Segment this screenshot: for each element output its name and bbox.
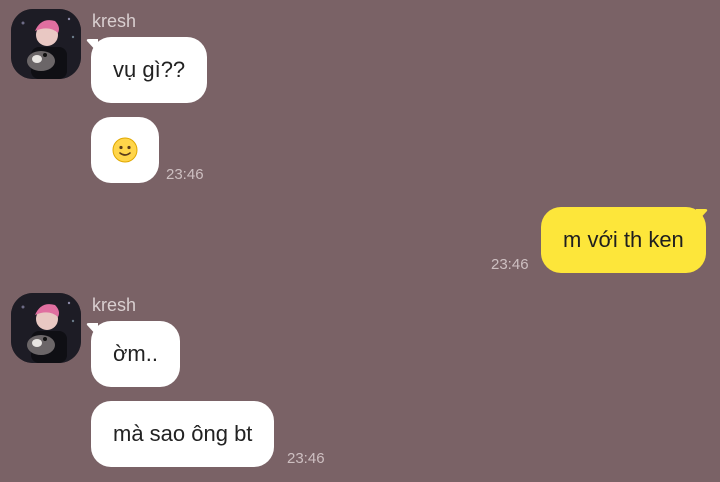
message-bubble[interactable]: mà sao ông bt (91, 401, 275, 467)
bubble-tail (86, 323, 98, 337)
avatar[interactable] (11, 293, 81, 363)
message-text: vụ gì?? (113, 57, 186, 82)
message-text: mà sao ông bt (113, 421, 253, 446)
sender-name: kresh (92, 11, 137, 31)
message-bubble-emoji[interactable] (91, 117, 159, 183)
message-timestamp: 23:46 (287, 450, 325, 467)
message-text: ờm.. (113, 341, 158, 366)
sender-name: kresh (92, 295, 137, 315)
message-text: m với th ken (563, 227, 684, 252)
message-bubble[interactable]: vụ gì?? (91, 37, 208, 103)
avatar[interactable] (11, 9, 81, 79)
message-timestamp: 23:46 (166, 166, 204, 183)
outgoing-message-bubble[interactable]: m với th ken (541, 207, 706, 273)
message-timestamp: 23:46 (491, 256, 529, 273)
slightly-smiling-face-emoji-icon (112, 137, 138, 163)
bubble-tail (86, 39, 98, 53)
message-bubble[interactable]: ờm.. (91, 321, 180, 387)
bubble-tail (696, 209, 708, 223)
